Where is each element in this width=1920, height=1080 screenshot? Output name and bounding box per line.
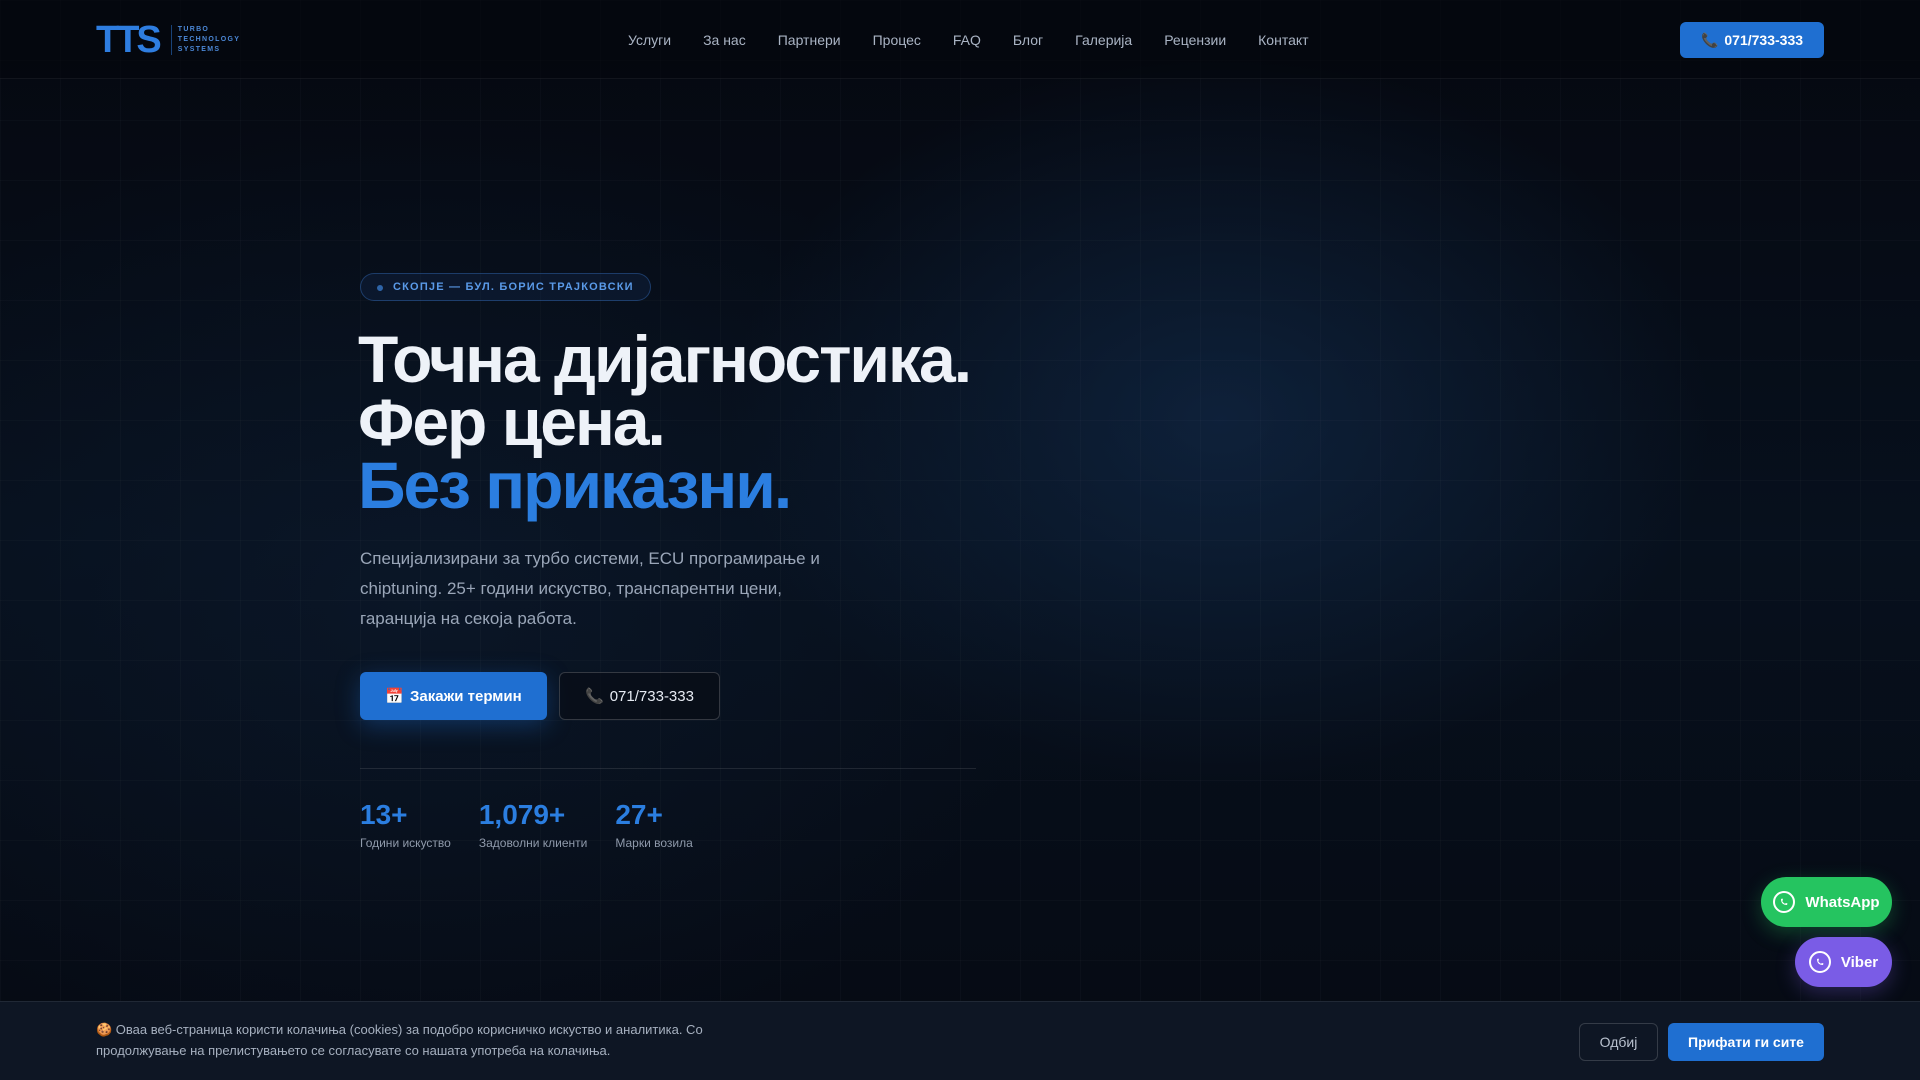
nav-item-faq[interactable]: FAQ bbox=[953, 30, 981, 50]
phone-icon: 📞 bbox=[585, 688, 604, 705]
nav-item-about[interactable]: За нас bbox=[703, 30, 746, 50]
book-appointment-label: Закажи термин bbox=[410, 687, 522, 705]
logo-sub-line: TURBO bbox=[177, 26, 210, 33]
nav-item-blog[interactable]: Блог bbox=[1013, 30, 1043, 50]
viber-button[interactable]: Viber bbox=[1795, 937, 1892, 987]
badge-text: СКОПЈЕ — БУЛ. БОРИС ТРАЈКОВСКИ bbox=[393, 281, 634, 293]
stat-years: 13+ Години искуство bbox=[360, 798, 451, 850]
viber-label: Viber bbox=[1840, 953, 1879, 971]
whatsapp-button[interactable]: WhatsApp bbox=[1761, 877, 1892, 927]
header-call-label: 071/733-333 bbox=[1724, 32, 1804, 48]
logo[interactable]: TTS TURBO TECHNOLOGY SYSTEMS bbox=[96, 20, 240, 60]
cookie-text: 🍪 Оваа веб-страница користи колачиња (co… bbox=[96, 1022, 703, 1058]
stat-value: 27+ bbox=[615, 799, 663, 830]
header-call-button[interactable]: 📞 071/733-333 bbox=[1680, 22, 1824, 58]
stats-divider bbox=[360, 768, 976, 769]
call-button[interactable]: 📞 071/733-333 bbox=[559, 672, 720, 720]
whatsapp-label: WhatsApp bbox=[1805, 893, 1880, 911]
badge-dot-icon bbox=[377, 285, 383, 291]
phone-icon: 📞 bbox=[1700, 31, 1719, 48]
headline-line-2: Фер цена. bbox=[358, 385, 666, 459]
site-header: TTS TURBO TECHNOLOGY SYSTEMS Услуги За н… bbox=[0, 0, 1920, 79]
viber-icon bbox=[1808, 951, 1831, 973]
logo-sub-line: SYSTEMS bbox=[177, 46, 221, 53]
logo-sub-line: TECHNOLOGY bbox=[177, 36, 241, 43]
stat-brands: 27+ Марки возила bbox=[615, 798, 692, 850]
main-nav: Услуги За нас Партнери Процес FAQ Блог Г… bbox=[628, 30, 1341, 50]
nav-item-reviews[interactable]: Рецензии bbox=[1164, 30, 1226, 50]
nav-item-process[interactable]: Процес bbox=[873, 30, 921, 50]
logo-mark: TTS bbox=[96, 19, 162, 61]
stat-value: 13+ bbox=[360, 799, 408, 830]
hero-description: Специјализирани за турбо системи, ECU пр… bbox=[360, 549, 820, 628]
book-appointment-button[interactable]: 📅 Закажи термин bbox=[360, 672, 547, 720]
calendar-icon: 📅 bbox=[385, 688, 405, 705]
stat-label: Години искуство bbox=[360, 836, 451, 850]
background-grid bbox=[0, 0, 1920, 1080]
headline-line-1: Точна дијагностика. bbox=[358, 322, 972, 396]
stat-value: 1,079+ bbox=[478, 799, 566, 830]
cookie-decline-button[interactable]: Одбиј bbox=[1579, 1023, 1658, 1061]
hero-headline: Точна дијагностика. Фер цена. Без приказ… bbox=[358, 322, 972, 522]
stat-label: Марки возила bbox=[615, 836, 693, 850]
stat-label: Задоволни клиенти bbox=[478, 836, 588, 850]
stat-clients: 1,079+ Задоволни клиенти bbox=[479, 798, 588, 850]
cookie-banner: 🍪 Оваа веб-страница користи колачиња (co… bbox=[0, 1001, 1920, 1080]
headline-line-3: Без приказни. bbox=[358, 448, 792, 522]
nav-item-contact[interactable]: Контакт bbox=[1258, 30, 1308, 50]
logo-subtitle: TURBO TECHNOLOGY SYSTEMS bbox=[170, 25, 241, 55]
nav-item-services[interactable]: Услуги bbox=[628, 30, 671, 50]
stats-row: 13+ Години искуство 1,079+ Задоволни кли… bbox=[360, 798, 721, 850]
nav-item-partners[interactable]: Партнери bbox=[778, 30, 841, 50]
location-badge: СКОПЈЕ — БУЛ. БОРИС ТРАЈКОВСКИ bbox=[360, 273, 651, 301]
whatsapp-icon bbox=[1773, 891, 1796, 913]
nav-item-gallery[interactable]: Галерија bbox=[1075, 30, 1132, 50]
cookie-accept-button[interactable]: Прифати ги сите bbox=[1668, 1023, 1824, 1061]
call-button-label: 071/733-333 bbox=[609, 687, 694, 705]
